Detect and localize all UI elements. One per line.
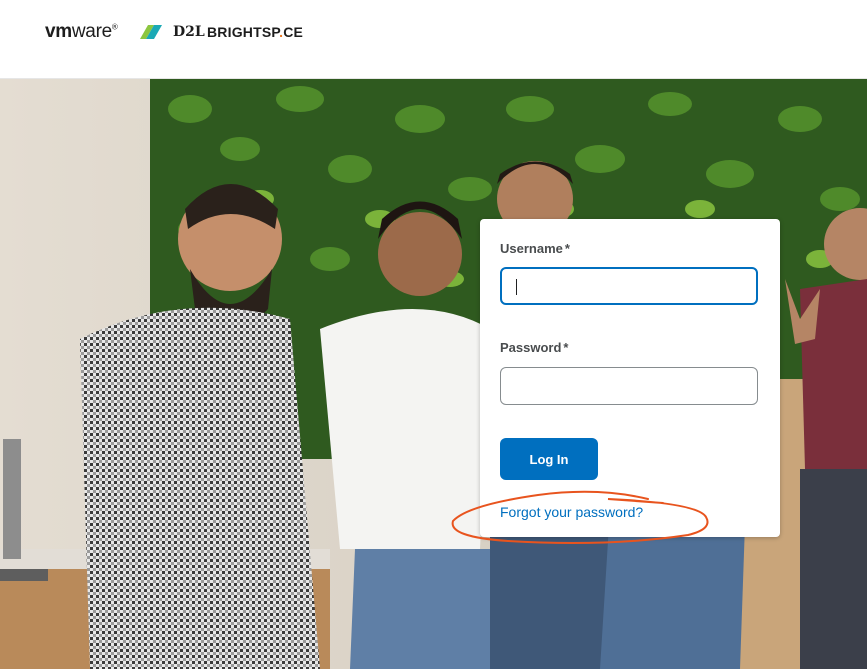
top-header: vmware® D2L BRIGHTSP.CE	[0, 0, 867, 79]
d2l-logo: D2L	[173, 24, 205, 40]
forgot-password-link[interactable]: Forgot your password?	[500, 504, 643, 520]
brightspace-logo: BRIGHTSP.CE	[207, 24, 304, 40]
password-label: Password *	[500, 340, 569, 355]
username-input[interactable]	[500, 267, 758, 305]
login-card: Username * Password * Log In Forgot your p…	[480, 219, 780, 537]
slash-logo-icon	[140, 25, 162, 39]
vmware-logo: vmware®	[45, 21, 118, 42]
username-label: Username *	[500, 241, 570, 256]
login-button[interactable]: Log In	[500, 438, 598, 480]
password-input[interactable]	[500, 367, 758, 405]
text-caret	[516, 279, 517, 295]
